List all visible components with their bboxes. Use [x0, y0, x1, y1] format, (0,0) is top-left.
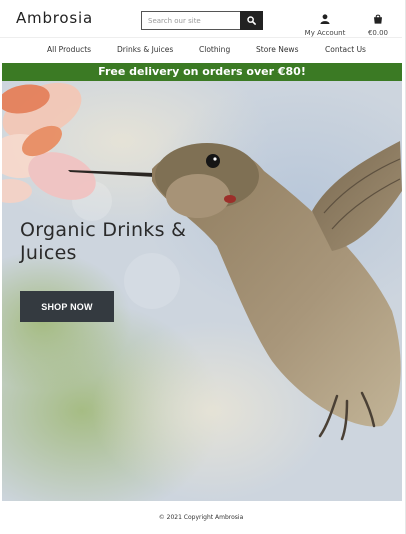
nav-item-store-news[interactable]: Store News	[256, 45, 298, 54]
site-logo[interactable]: Ambrosia	[16, 9, 93, 27]
page: Ambrosia My Account €0.00	[0, 0, 406, 534]
search-form	[141, 11, 263, 30]
search-input[interactable]	[141, 11, 240, 30]
nav-item-all-products[interactable]: All Products	[47, 45, 91, 54]
site-header: Ambrosia My Account €0.00	[0, 0, 402, 37]
my-account-label: My Account	[304, 29, 346, 37]
search-button[interactable]	[240, 11, 263, 30]
my-account-link[interactable]: My Account	[303, 9, 347, 37]
hero-section: Organic Drinks & Juices SHOP NOW	[2, 81, 402, 501]
nav-item-contact-us[interactable]: Contact Us	[325, 45, 366, 54]
search-icon	[247, 16, 256, 25]
shopping-bag-icon	[374, 14, 382, 24]
hero-title: Organic Drinks & Juices	[20, 219, 187, 264]
site-footer: © 2021 Copyright Ambrosia	[0, 501, 402, 534]
user-icon	[320, 14, 330, 24]
main-nav: All Products Drinks & Juices Clothing St…	[0, 37, 402, 63]
promo-banner: Free delivery on orders over €80!	[2, 63, 402, 81]
cart-total: €0.00	[367, 29, 389, 37]
shop-now-button[interactable]: SHOP NOW	[20, 291, 114, 322]
copyright-text: © 2021 Copyright Ambrosia	[158, 514, 244, 521]
cart-link[interactable]: €0.00	[365, 9, 391, 37]
nav-item-clothing[interactable]: Clothing	[199, 45, 230, 54]
nav-item-drinks-juices[interactable]: Drinks & Juices	[117, 45, 173, 54]
